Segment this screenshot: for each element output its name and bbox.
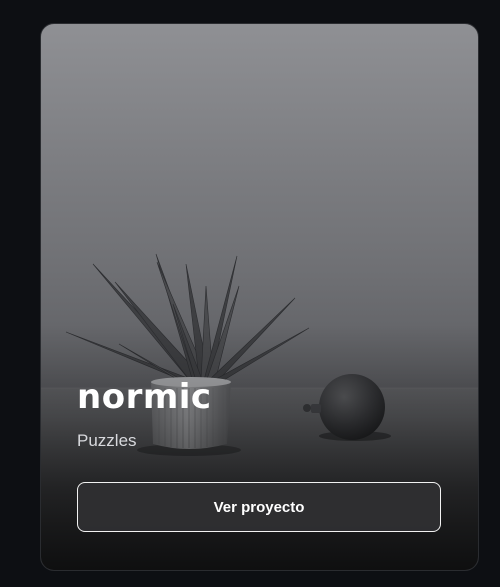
view-project-button[interactable]: Ver proyecto <box>77 482 441 532</box>
project-category: Puzzles <box>77 431 137 450</box>
project-card[interactable]: normic Puzzles Ver proyecto <box>40 23 479 571</box>
project-title: normic <box>77 377 212 417</box>
